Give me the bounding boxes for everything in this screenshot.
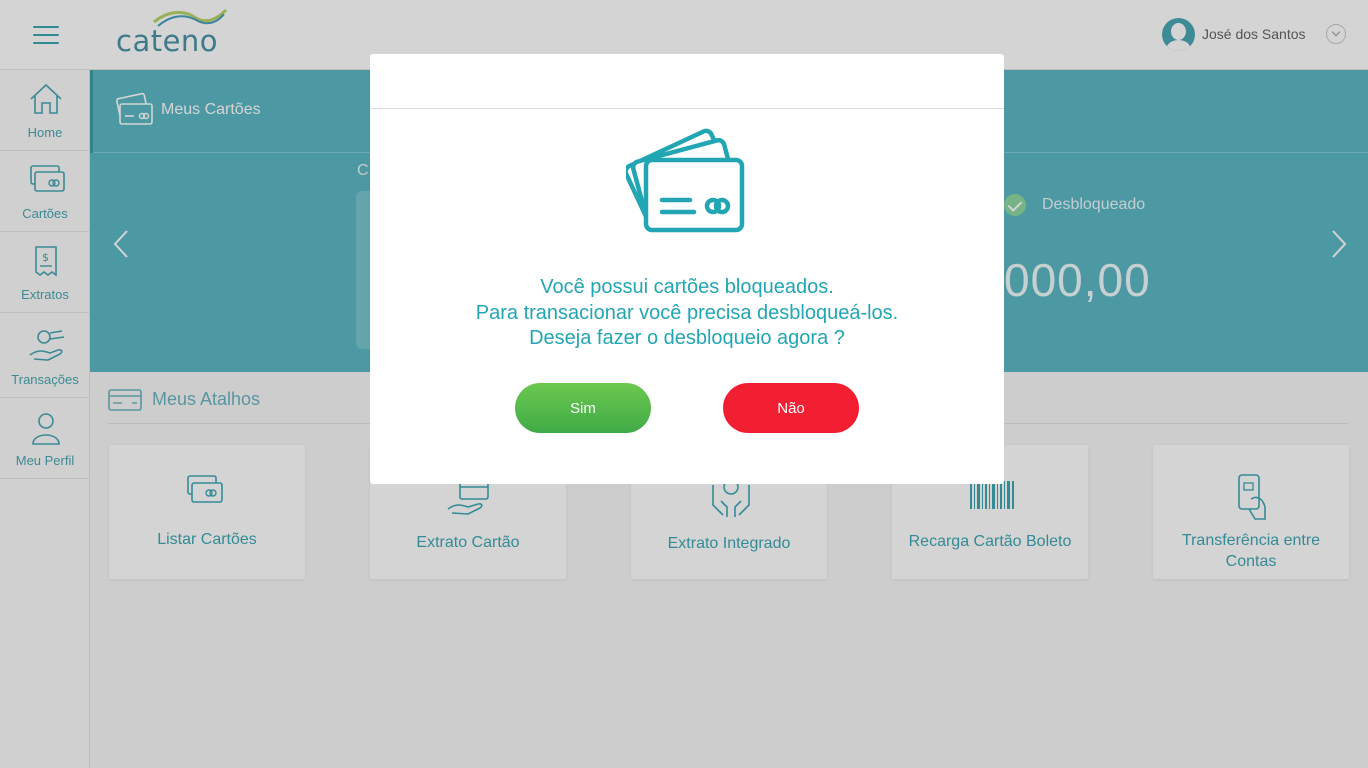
no-button[interactable]: Não (723, 383, 859, 433)
yes-button[interactable]: Sim (515, 383, 651, 433)
modal-message-line: Você possui cartões bloqueados. (540, 276, 834, 298)
modal-header (370, 54, 1004, 109)
modal-message-line: Para transacionar você precisa desbloque… (475, 301, 899, 324)
modal-message-line: Deseja fazer o desbloqueio agora ? (529, 327, 845, 349)
unblock-cards-dialog: Você possui cartões bloqueados. Para tra… (370, 54, 1004, 484)
credit-card-icon (626, 128, 745, 233)
modal-message: Você possui cartões bloqueados. Para tra… (370, 275, 1004, 352)
